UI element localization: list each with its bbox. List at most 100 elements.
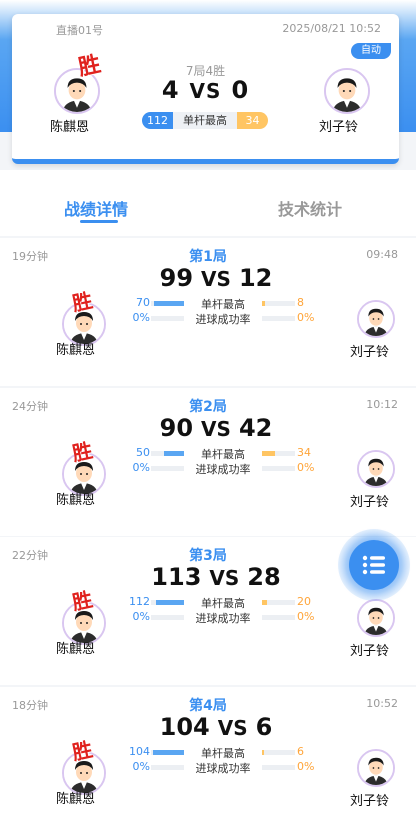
stat-left-value: 0% (132, 461, 150, 474)
stat-right-value: 0% (297, 610, 315, 623)
tab-bar: 战绩详情 技术统计 (0, 170, 416, 236)
player-avatar-icon (359, 751, 393, 785)
stat-left-value: 0% (132, 760, 150, 773)
game-score-left: 104 (159, 713, 210, 741)
match-score: 4 VS 0 (12, 76, 399, 104)
game-score-right: 6 (255, 713, 273, 741)
stat-right-value: 34 (297, 446, 311, 459)
stat-left-value: 70 (136, 296, 150, 309)
game-score: 104 VS 6 (0, 713, 416, 741)
stat-label: 单杆最高 (201, 448, 245, 461)
tab-tech-stats[interactable]: 技术统计 (278, 196, 342, 220)
player-left-name: 陈麒恩 (56, 493, 96, 508)
player-left-name: 陈麒恩 (50, 120, 90, 135)
stat-left-bar (151, 301, 184, 306)
stat-right-bar (262, 615, 295, 620)
stat-left-bar (151, 466, 184, 471)
game-score-right: 28 (247, 563, 281, 591)
auto-badge[interactable]: 自动 (351, 43, 391, 59)
stat-label: 单杆最高 (201, 597, 245, 610)
stat-row: 112 单杆最高 20 (0, 595, 416, 610)
game-card[interactable]: 18分钟 10:52 第4局 104 VS 6 104 单杆最高 6 0% 进球成功率 0% 胜陈麒恩刘… (0, 687, 416, 819)
player-right-name: 刘子铃 (350, 644, 390, 659)
score-right: 0 (231, 76, 250, 104)
stat-label: 进球成功率 (195, 612, 251, 625)
vs-label: VS (189, 79, 222, 103)
player-right-avatar[interactable] (357, 300, 395, 338)
active-tab-indicator (80, 220, 118, 223)
stat-left-fill (154, 301, 184, 306)
stat-right-bar (262, 600, 295, 605)
stat-left-fill (164, 451, 184, 456)
player-right-name: 刘子铃 (350, 345, 390, 360)
tab-match-details[interactable]: 战绩详情 (64, 196, 128, 220)
player-left-name: 陈麒恩 (56, 343, 96, 358)
stat-left-bar (151, 316, 184, 321)
stat-right-bar (262, 765, 295, 770)
game-title: 第4局 (189, 698, 227, 714)
stat-right-fill (262, 451, 276, 456)
player-right-name: 刘子铃 (350, 794, 390, 809)
stat-left-value: 0% (132, 311, 150, 324)
room-name: 直播01号 (56, 24, 103, 37)
stat-right-bar (262, 750, 295, 755)
stat-left-value: 112 (129, 595, 150, 608)
stat-label: 进球成功率 (195, 313, 251, 326)
stat-right-bar (262, 451, 295, 456)
player-right-avatar[interactable] (357, 749, 395, 787)
menu-fab-glow (338, 529, 410, 601)
stat-right-bar (262, 316, 295, 321)
high-break-left: 112 (142, 112, 173, 129)
game-score: 90 VS 42 (0, 414, 416, 442)
game-score-right: 12 (238, 264, 273, 292)
game-score-right: 42 (238, 414, 273, 442)
stat-left-value: 0% (132, 610, 150, 623)
game-card[interactable]: 24分钟 10:12 第2局 90 VS 42 50 单杆最高 34 0% 进球成功率 0% 胜陈麒恩刘… (0, 388, 416, 536)
player-right-name: 刘子铃 (319, 120, 359, 135)
stat-label: 进球成功率 (195, 463, 251, 476)
stat-right-value: 0% (297, 461, 315, 474)
high-break-label: 单杆最高 (183, 114, 227, 127)
stat-right-value: 8 (297, 296, 304, 309)
player-avatar-icon (359, 302, 393, 336)
player-avatar-icon (359, 452, 393, 486)
stat-left-bar (151, 750, 184, 755)
list-icon (362, 555, 385, 575)
vs-label: VS (209, 566, 240, 590)
game-score-left: 113 (151, 563, 202, 591)
stat-left-fill (155, 600, 184, 605)
score-left: 4 (161, 76, 180, 104)
player-right-avatar[interactable] (357, 599, 395, 637)
player-avatar-icon (359, 601, 393, 635)
stat-left-bar (151, 451, 184, 456)
match-time: 2025/08/21 10:52 (282, 22, 381, 35)
match-score-card: 直播01号 2025/08/21 10:52 自动 胜 陈麒恩 刘子铃 7局4胜… (12, 14, 399, 164)
player-right-avatar[interactable] (357, 450, 395, 488)
stat-label: 进球成功率 (195, 762, 251, 775)
stat-right-fill (262, 750, 264, 755)
menu-fab-button[interactable] (349, 540, 399, 590)
game-title: 第1局 (189, 249, 227, 265)
stat-right-value: 0% (297, 760, 315, 773)
player-left-name: 陈麒恩 (56, 642, 96, 657)
stat-label: 单杆最高 (201, 298, 245, 311)
stat-right-value: 6 (297, 745, 304, 758)
game-score: 99 VS 12 (0, 264, 416, 292)
stat-right-fill (262, 301, 266, 306)
stat-right-value: 0% (297, 311, 315, 324)
game-card[interactable]: 19分钟 09:48 第1局 99 VS 12 70 单杆最高 8 0% 进球成功率 0% 胜陈麒恩 刘子… (0, 238, 416, 386)
stat-left-bar (151, 765, 184, 770)
stat-row: 104 单杆最高 6 (0, 745, 416, 760)
stat-label: 单杆最高 (201, 747, 245, 760)
stat-right-bar (262, 301, 295, 306)
stat-right-fill (262, 600, 267, 605)
stat-left-bar (151, 615, 184, 620)
high-break-right: 34 (237, 112, 268, 129)
game-score-left: 90 (159, 414, 194, 442)
stat-left-fill (152, 750, 184, 755)
high-break-bar: 112 单杆最高 34 (142, 112, 268, 129)
stat-row: 50 单杆最高 34 (0, 446, 416, 461)
stat-right-value: 20 (297, 595, 311, 608)
vs-label: VS (201, 267, 231, 291)
vs-label: VS (217, 716, 248, 740)
